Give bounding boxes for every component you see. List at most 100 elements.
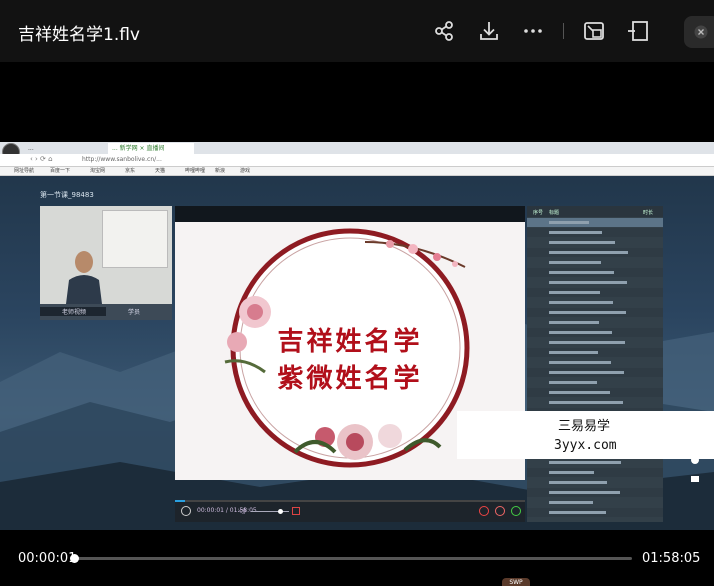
bookmark-item[interactable]: 游戏 bbox=[240, 167, 250, 176]
inner-play-icon[interactable] bbox=[181, 506, 191, 516]
watermark-box: 三易易学 3yyx.com bbox=[457, 411, 714, 459]
playlist-row[interactable] bbox=[527, 228, 663, 237]
playlist-row[interactable] bbox=[527, 458, 663, 467]
fullscreen-icon[interactable] bbox=[292, 507, 300, 515]
slide-title-line2: 紫微姓名学 bbox=[277, 364, 423, 394]
playlist-row-title-blur bbox=[549, 231, 602, 234]
playlist-row-title-blur bbox=[549, 241, 615, 244]
playlist-row-title-blur bbox=[549, 401, 623, 404]
nav-arrows-icon: ‹ › ⟳ ⌂ bbox=[30, 155, 53, 163]
camera-tabs: 老师视频 学员 bbox=[40, 304, 172, 320]
more-icon[interactable] bbox=[522, 20, 544, 42]
playlist-row-title-blur bbox=[549, 261, 601, 264]
playlist-row[interactable] bbox=[527, 338, 663, 347]
bookmark-item[interactable]: 哔哩哔哩 bbox=[185, 167, 205, 176]
playlist-header: 序号 标题 时长 bbox=[527, 206, 663, 217]
playlist-row-title-blur bbox=[549, 361, 611, 364]
col-index: 序号 bbox=[533, 210, 544, 216]
room-title: 第一节课_98483 bbox=[40, 191, 94, 199]
side-tool-icons[interactable] bbox=[688, 454, 702, 494]
info-icon[interactable] bbox=[495, 506, 505, 516]
inner-progress-fill bbox=[175, 500, 185, 502]
bookmarks-bar: 网址导航 百度一下 淘宝网 京东 天猫 哔哩哔哩 新浪 游戏 bbox=[0, 167, 714, 176]
playlist-row-title-blur bbox=[549, 501, 593, 504]
playlist-row[interactable] bbox=[527, 248, 663, 257]
course-playlist: 序号 标题 时长 bbox=[527, 206, 663, 522]
slide-header bbox=[175, 206, 525, 222]
playlist-row-title-blur bbox=[549, 341, 625, 344]
playlist-row[interactable] bbox=[527, 258, 663, 267]
playlist-row[interactable] bbox=[527, 218, 663, 227]
url-text: http://www.sanbolive.cn/... bbox=[82, 156, 162, 163]
col-title: 标题 bbox=[549, 210, 560, 216]
playlist-row[interactable] bbox=[527, 328, 663, 337]
window-mode-icon[interactable] bbox=[627, 20, 649, 42]
browser-tab-active[interactable]: ... 新学网 × 直播间 bbox=[108, 143, 194, 154]
video-title: 吉祥姓名学1.flv bbox=[18, 25, 140, 45]
inner-player-controls: 00:00:01 / 01:58:05 ◁) bbox=[175, 500, 525, 522]
playlist-row[interactable] bbox=[527, 478, 663, 487]
player-progress-bar: 00:00:01 01:58:05 SWP bbox=[0, 530, 714, 586]
record-icon[interactable] bbox=[479, 506, 489, 516]
player-title-bar: 吉祥姓名学1.flv bbox=[0, 0, 714, 62]
playlist-row[interactable] bbox=[527, 358, 663, 367]
close-icon bbox=[694, 25, 708, 39]
bookmark-item[interactable]: 新浪 bbox=[215, 167, 225, 176]
playlist-row-title-blur bbox=[549, 461, 621, 464]
volume-icon[interactable]: ◁) bbox=[238, 507, 246, 515]
share-icon[interactable] bbox=[433, 20, 455, 42]
teacher-figure bbox=[66, 251, 102, 304]
playlist-row[interactable] bbox=[527, 508, 663, 517]
volume-slider[interactable] bbox=[251, 511, 289, 512]
browser-tab-strip: ... ... 新学网 × 直播间 bbox=[0, 142, 714, 154]
playlist-row-title-blur bbox=[549, 331, 612, 334]
playlist-row-title-blur bbox=[549, 471, 594, 474]
bookmark-item[interactable]: 天猫 bbox=[155, 167, 165, 176]
video-frame[interactable]: ... ... 新学网 × 直播间 ‹ › ⟳ ⌂ http://www.san… bbox=[0, 142, 714, 530]
playlist-row[interactable] bbox=[527, 398, 663, 407]
browser-address-bar[interactable]: ‹ › ⟳ ⌂ http://www.sanbolive.cn/... bbox=[0, 154, 714, 167]
inner-progress-track[interactable] bbox=[175, 500, 525, 502]
playlist-row-title-blur bbox=[549, 321, 599, 324]
whiteboard bbox=[102, 210, 168, 268]
volume-thumb[interactable] bbox=[278, 509, 283, 514]
playlist-row-title-blur bbox=[549, 491, 620, 494]
playlist-row[interactable] bbox=[527, 268, 663, 277]
bookmark-item[interactable]: 百度一下 bbox=[50, 167, 70, 176]
playlist-row[interactable] bbox=[527, 488, 663, 497]
progress-thumb[interactable] bbox=[70, 554, 79, 563]
playlist-row-title-blur bbox=[549, 251, 628, 254]
slide-title-line1: 吉祥姓名学 bbox=[277, 327, 423, 357]
playlist-row-title-blur bbox=[549, 291, 600, 294]
playlist-row[interactable] bbox=[527, 278, 663, 287]
playlist-row[interactable] bbox=[527, 348, 663, 357]
refresh-icon[interactable] bbox=[511, 506, 521, 516]
toolbar-divider bbox=[563, 23, 564, 39]
playlist-row[interactable] bbox=[527, 308, 663, 317]
playlist-row-title-blur bbox=[549, 381, 597, 384]
tab-teacher-video[interactable]: 老师视频 bbox=[40, 307, 106, 316]
playlist-row[interactable] bbox=[527, 298, 663, 307]
playlist-row-title-blur bbox=[549, 391, 610, 394]
playlist-row[interactable] bbox=[527, 368, 663, 377]
playlist-row[interactable] bbox=[527, 288, 663, 297]
playlist-row[interactable] bbox=[527, 388, 663, 397]
playlist-row-title-blur bbox=[549, 221, 589, 224]
download-icon[interactable] bbox=[478, 20, 500, 42]
playlist-row[interactable] bbox=[527, 378, 663, 387]
playlist-row[interactable] bbox=[527, 468, 663, 477]
bookmark-item[interactable]: 淘宝网 bbox=[90, 167, 105, 176]
playlist-row-title-blur bbox=[549, 281, 627, 284]
playlist-row[interactable] bbox=[527, 498, 663, 507]
playlist-row[interactable] bbox=[527, 318, 663, 327]
picture-in-picture-icon[interactable] bbox=[583, 20, 605, 42]
close-button[interactable] bbox=[684, 16, 714, 48]
bookmark-item[interactable]: 京东 bbox=[125, 167, 135, 176]
tab-students[interactable]: 学员 bbox=[128, 307, 140, 316]
progress-track[interactable] bbox=[70, 554, 632, 563]
bookmark-item[interactable]: 网址导航 bbox=[14, 167, 34, 176]
playlist-row[interactable] bbox=[527, 238, 663, 247]
watermark-line2: 3yyx.com bbox=[554, 438, 617, 453]
browser-tab[interactable]: ... bbox=[24, 143, 106, 154]
swp-badge: SWP bbox=[502, 578, 530, 586]
